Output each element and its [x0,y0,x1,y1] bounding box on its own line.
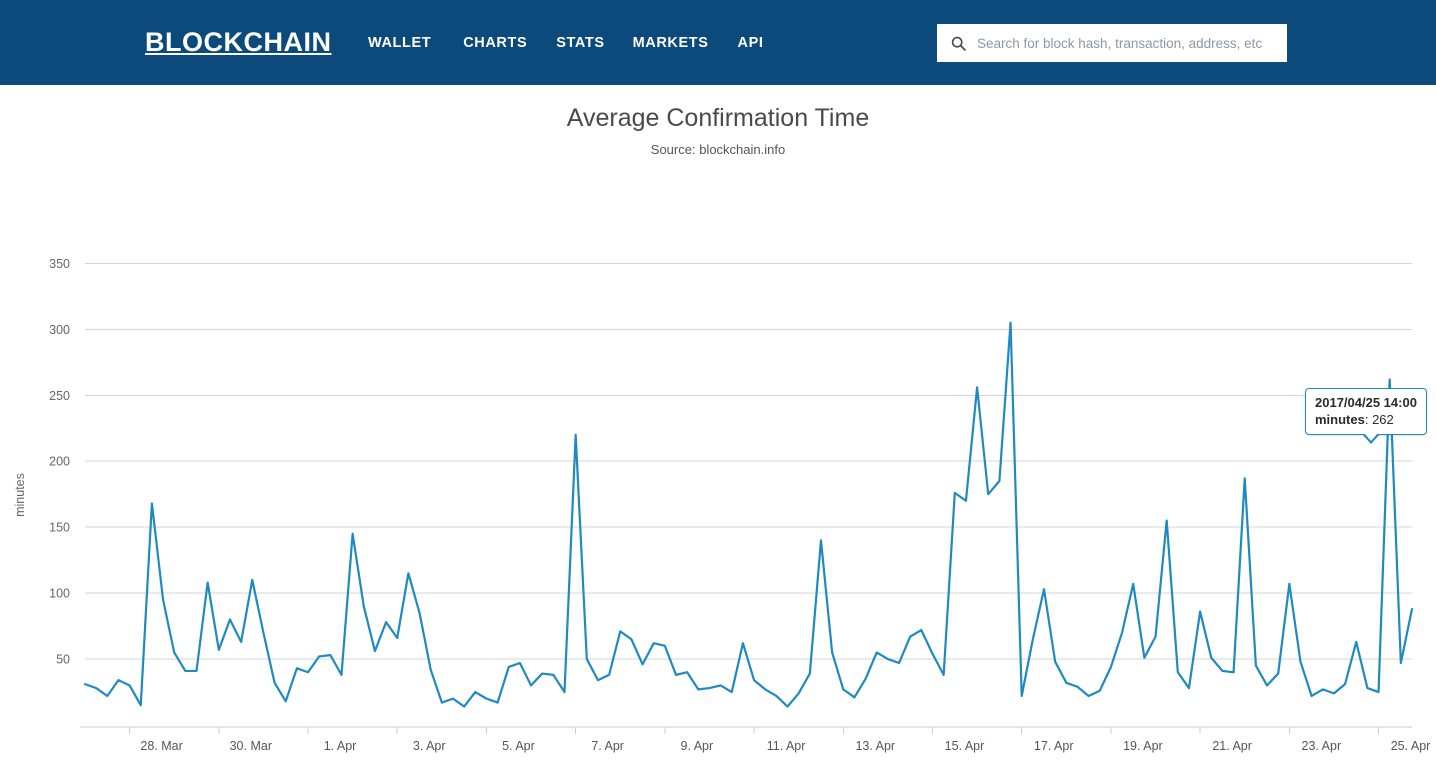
chart-tooltip: 2017/04/25 14:00 minutes: 262 [1305,388,1427,435]
brand-logo[interactable]: BLOCKCHAIN [145,26,332,58]
chart-page: Average Confirmation Time Source: blockc… [0,85,1436,778]
x-axis-tick-label: 15. Apr [945,739,985,753]
tooltip-value: 262 [1372,412,1394,427]
nav-item-stats[interactable]: STATS [556,33,604,53]
x-axis-tick-label: 9. Apr [681,739,714,753]
x-axis-tick-label: 17. Apr [1034,739,1074,753]
y-axis-tick-label: 150 [49,521,70,535]
x-axis-tick-label: 19. Apr [1123,739,1163,753]
y-axis-title: minutes [13,473,27,517]
tooltip-separator: : [1365,412,1372,427]
x-axis-tick-label: 30. Mar [230,739,272,753]
x-axis-tick-label: 23. Apr [1302,739,1342,753]
x-axis-tick-label: 21. Apr [1212,739,1252,753]
x-axis-tick-labels: 28. Mar 30. Mar 1. Apr 3. Apr 5. Apr 7. Apr 9.… [140,739,1430,753]
search-box[interactable] [937,24,1287,62]
tooltip-arrow-inner [1364,433,1378,441]
gridlines [85,263,1412,659]
x-axis-tick-label: 25. Apr [1391,739,1431,753]
chart-svg: 50 100 150 200 250 300 350 28. Mar 30. Mar 1. Ap… [0,85,1436,778]
x-axis-tick-label: 3. Apr [413,739,446,753]
y-axis-tick-label: 250 [49,389,70,403]
y-axis-tick-label: 350 [49,257,70,271]
x-axis-tick-label: 5. Apr [502,739,535,753]
search-icon [951,36,966,51]
x-axis [80,727,1412,734]
x-axis-tick-label: 1. Apr [324,739,357,753]
y-axis-tick-label: 200 [49,455,70,469]
nav-item-wallet[interactable]: WALLET [368,33,431,53]
y-axis-tick-label: 50 [56,653,70,667]
y-axis-tick-label: 100 [49,587,70,601]
tooltip-series-key: minutes [1315,412,1365,427]
tooltip-date: 2017/04/25 14:00 [1315,394,1417,411]
nav-item-charts[interactable]: CHARTS [463,33,527,53]
search-input[interactable] [977,36,1277,51]
nav-item-api[interactable]: API [738,33,764,53]
x-axis-tick-label: 7. Apr [591,739,624,753]
primary-nav: WALLET CHARTS STATS MARKETS API [368,33,764,53]
x-axis-tick-label: 13. Apr [855,739,895,753]
nav-item-markets[interactable]: MARKETS [633,33,709,53]
y-axis-tick-labels: 50 100 150 200 250 300 350 [49,257,70,667]
x-axis-tick-label: 28. Mar [140,739,182,753]
chart-plot-area[interactable]: 50 100 150 200 250 300 350 28. Mar 30. Mar 1. Ap… [0,85,1436,778]
site-header: BLOCKCHAIN WALLET CHARTS STATS MARKETS A… [0,0,1436,85]
tooltip-value-row: minutes: 262 [1315,411,1417,428]
confirmation-time-line[interactable] [85,323,1412,707]
x-axis-tick-label: 11. Apr [767,739,806,753]
y-axis-tick-label: 300 [49,323,70,337]
